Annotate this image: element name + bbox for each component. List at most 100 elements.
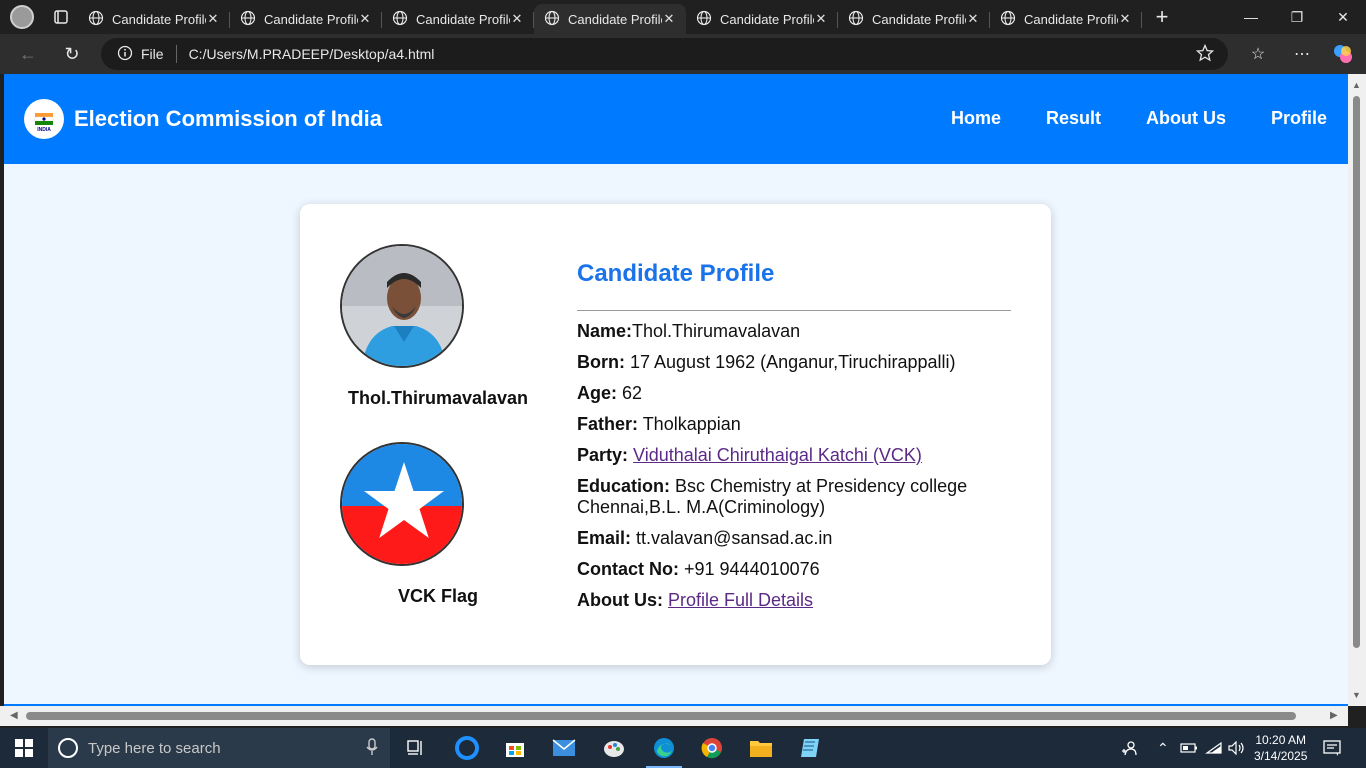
wifi-icon[interactable]	[1205, 728, 1223, 768]
people-icon[interactable]	[1120, 728, 1138, 768]
address-separator	[175, 45, 177, 63]
close-tab-icon[interactable]: ✕	[1118, 11, 1132, 27]
minimize-button[interactable]: —	[1228, 0, 1274, 34]
tab-title: Candidate Profile	[112, 11, 206, 27]
field-party: Party: Viduthalai Chiruthaigal Katchi (V…	[577, 445, 1011, 466]
file-explorer-icon[interactable]	[747, 734, 775, 762]
field-label: Education:	[577, 476, 670, 496]
scheme-label: File	[141, 46, 164, 62]
volume-icon[interactable]	[1228, 728, 1246, 768]
browser-tab[interactable]: Candidate Profile ✕	[382, 4, 534, 34]
field-father: Father: Tholkappian	[577, 414, 1011, 435]
profile-details: Candidate Profile Name:Thol.Thirumavalav…	[577, 260, 1011, 621]
field-value: tt.valavan@sansad.ac.in	[631, 528, 833, 548]
field-education: Education: Bsc Chemistry at Presidency c…	[577, 476, 1011, 518]
heading-divider	[577, 310, 1011, 311]
close-window-button[interactable]: ✕	[1320, 0, 1366, 34]
chrome-icon[interactable]	[698, 734, 726, 762]
browser-tab[interactable]: Candidate Profile ✕	[838, 4, 990, 34]
tab-title: Candidate Profile	[1024, 11, 1118, 27]
scroll-down-icon[interactable]: ▼	[1352, 690, 1361, 700]
back-button[interactable]: ←	[13, 40, 43, 68]
field-contact: Contact No: +91 9444010076	[577, 559, 1011, 580]
browser-tab[interactable]: Candidate Profile ✕	[990, 4, 1142, 34]
taskbar-search-box[interactable]: Type here to search	[48, 728, 390, 768]
task-view-icon[interactable]	[402, 734, 430, 762]
chevron-up-icon[interactable]: ⌃	[1157, 728, 1169, 768]
browser-profile-button[interactable]	[0, 0, 44, 34]
globe-icon	[1000, 10, 1016, 29]
scroll-up-icon[interactable]: ▲	[1352, 80, 1361, 90]
search-icon	[58, 738, 78, 758]
nav-about-us[interactable]: About Us	[1146, 108, 1226, 129]
field-value: 62	[617, 383, 643, 403]
field-value: 17 August 1962 (Anganur,Tiruchirappalli)	[625, 352, 956, 372]
notifications-icon[interactable]	[1322, 728, 1342, 768]
field-label: Age:	[577, 383, 617, 403]
mail-icon[interactable]	[550, 734, 578, 762]
close-tab-icon[interactable]: ✕	[510, 11, 524, 27]
browser-tab[interactable]: Candidate Profile ✕	[78, 4, 230, 34]
nav-result[interactable]: Result	[1046, 108, 1101, 129]
url-text[interactable]: C:/Users/M.PRADEEP/Desktop/a4.html	[189, 46, 435, 62]
tab-separator	[1141, 12, 1142, 28]
notepad-icon[interactable]	[796, 734, 824, 762]
windows-start-icon[interactable]	[0, 728, 48, 768]
browser-toolbar: ← ↻ File C:/Users/M.PRADEEP/Desktop/a4.h…	[0, 34, 1366, 74]
party-link[interactable]: Viduthalai Chiruthaigal Katchi (VCK)	[633, 445, 922, 465]
field-value: +91 9444010076	[679, 559, 820, 579]
close-tab-icon[interactable]: ✕	[358, 11, 372, 27]
close-tab-icon[interactable]: ✕	[662, 11, 676, 27]
field-label: Name:	[577, 321, 633, 341]
field-label: Email:	[577, 528, 632, 548]
new-tab-button[interactable]: +	[1142, 0, 1182, 34]
scroll-left-icon[interactable]: ◀	[10, 710, 18, 721]
site-title: Election Commission of India	[74, 106, 383, 131]
favorites-icon[interactable]: ☆	[1243, 40, 1273, 68]
close-tab-icon[interactable]: ✕	[814, 11, 828, 27]
horizontal-scrollbar[interactable]: ◀ ▶	[0, 706, 1348, 726]
info-icon[interactable]	[117, 45, 133, 64]
profile-card: Thol.Thirumavalavan VCK Flag Candidate P…	[300, 204, 1051, 665]
paint-icon[interactable]	[600, 734, 628, 762]
nav-home[interactable]: Home	[951, 108, 1001, 129]
scroll-right-icon[interactable]: ▶	[1330, 710, 1338, 721]
tab-title: Candidate Profile	[264, 11, 358, 27]
close-tab-icon[interactable]: ✕	[206, 11, 220, 27]
field-label: Father:	[577, 414, 639, 434]
field-label: About Us:	[577, 590, 663, 610]
edge-legacy-icon[interactable]	[453, 734, 481, 762]
tab-list: Candidate Profile ✕ Candidate Profile ✕ Cand…	[78, 0, 1142, 34]
microphone-icon[interactable]	[366, 738, 378, 760]
clock-time: 10:20 AM	[1255, 733, 1307, 747]
profile-avatar	[10, 5, 34, 29]
taskbar-clock[interactable]: 10:20 AM 3/14/2025	[1254, 732, 1307, 764]
tab-title: Candidate Profile	[416, 11, 510, 27]
favorite-star-icon[interactable]	[1195, 43, 1215, 65]
candidate-photo	[340, 244, 464, 368]
tab-title: Candidate Profile	[872, 11, 966, 27]
browser-tab[interactable]: Candidate Profile ✕	[534, 4, 686, 34]
tab-actions-icon[interactable]	[44, 0, 78, 34]
nav-profile[interactable]: Profile	[1271, 108, 1327, 129]
field-value: Tholkappian	[638, 414, 741, 434]
vertical-scroll-thumb[interactable]	[1353, 96, 1360, 648]
browser-tab[interactable]: Candidate Profile ✕	[230, 4, 382, 34]
copilot-icon[interactable]	[1328, 40, 1358, 68]
browser-tab[interactable]: Candidate Profile ✕	[686, 4, 838, 34]
more-options-icon[interactable]: ⋯	[1287, 40, 1317, 68]
refresh-button[interactable]: ↻	[57, 40, 87, 68]
restore-button[interactable]: ❐	[1274, 0, 1320, 34]
profile-details-link[interactable]: Profile Full Details	[668, 590, 813, 610]
tab-title: Candidate Profile	[720, 11, 814, 27]
horizontal-scroll-thumb[interactable]	[26, 712, 1296, 720]
field-name: Name:Thol.Thirumavalavan	[577, 321, 1011, 342]
vertical-scrollbar[interactable]: ▲ ▼	[1348, 74, 1366, 706]
edge-icon[interactable]	[650, 734, 678, 762]
battery-icon[interactable]	[1180, 728, 1198, 768]
field-label: Contact No:	[577, 559, 679, 579]
field-email: Email: tt.valavan@sansad.ac.in	[577, 528, 1011, 549]
close-tab-icon[interactable]: ✕	[966, 11, 980, 27]
address-bar[interactable]: File C:/Users/M.PRADEEP/Desktop/a4.html	[101, 38, 1228, 70]
store-icon[interactable]	[501, 734, 529, 762]
